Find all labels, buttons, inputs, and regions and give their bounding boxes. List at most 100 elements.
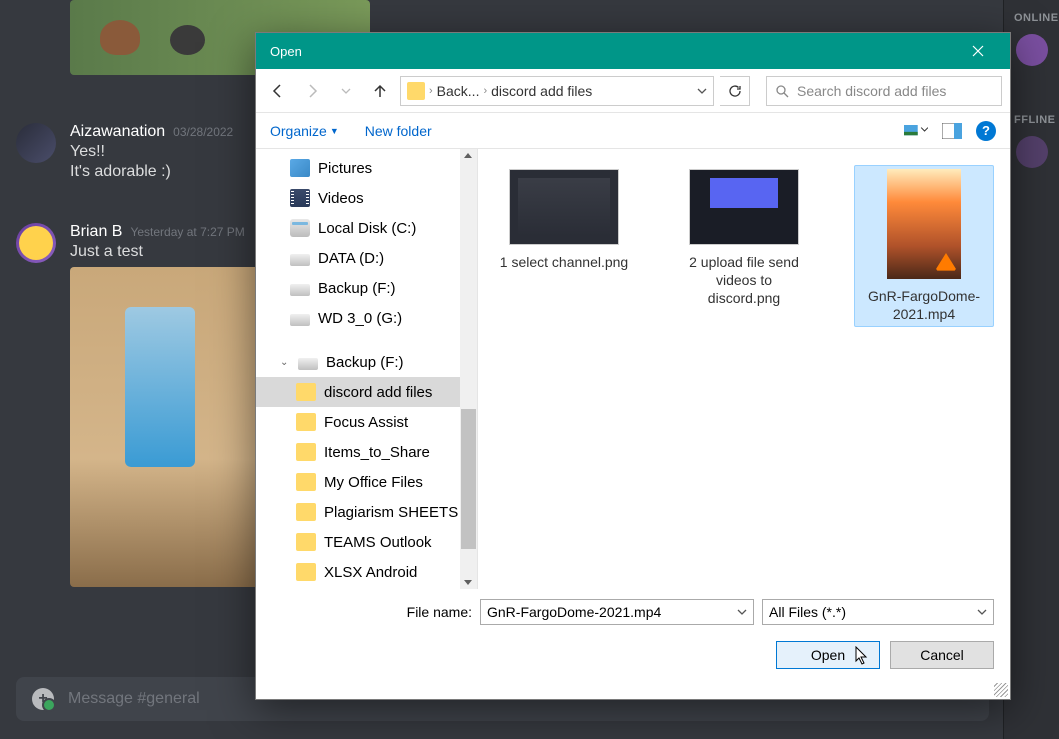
file-name-label: GnR-FargoDome-2021.mp4 — [858, 287, 990, 323]
breadcrumb-dropdown[interactable] — [697, 86, 707, 96]
file-item[interactable]: 1 select channel.png — [494, 165, 634, 275]
tree-item[interactable]: discord add files — [256, 377, 477, 407]
arrow-up-icon — [372, 83, 388, 99]
tree-item[interactable]: TEAMS Outlook — [256, 527, 477, 557]
tree-item[interactable]: XLSX Android — [256, 557, 477, 587]
tree-item[interactable]: WD 3_0 (G:) — [256, 303, 477, 333]
dialog-body: PicturesVideosLocal Disk (C:)DATA (D:)Ba… — [256, 149, 1010, 589]
file-item[interactable]: 2 upload file send videos to discord.png — [674, 165, 814, 312]
breadcrumb-sep: › — [483, 85, 487, 97]
tree-item[interactable]: Local Disk (C:) — [256, 213, 477, 243]
member-avatar[interactable] — [1016, 136, 1048, 168]
username[interactable]: Aizawanation — [70, 123, 165, 141]
username[interactable]: Brian B — [70, 223, 122, 241]
back-button[interactable] — [264, 77, 292, 105]
recent-dropdown[interactable] — [332, 77, 360, 105]
tree-item-label: Items_to_Share — [324, 444, 430, 461]
tree-item[interactable]: Focus Assist — [256, 407, 477, 437]
disk-icon — [290, 284, 310, 296]
breadcrumb-item[interactable]: discord add files — [491, 83, 592, 99]
tree-item[interactable]: Pictures — [256, 153, 477, 183]
chevron-down-icon — [341, 86, 351, 96]
tree-item[interactable]: Plagiarism SHEETS — [256, 497, 477, 527]
drive-icon — [290, 219, 310, 237]
file-list[interactable]: 1 select channel.png 2 upload file send v… — [478, 149, 1010, 589]
resize-grip[interactable] — [994, 683, 1008, 697]
view-mode-button[interactable] — [904, 120, 928, 142]
tree-item-label: discord add files — [324, 384, 432, 401]
tree-item[interactable]: Backup (F:) — [256, 273, 477, 303]
breadcrumb-sep: › — [429, 85, 433, 97]
folder-icon — [407, 82, 425, 100]
tree-item-label: Local Disk (C:) — [318, 220, 416, 237]
chevron-down-icon — [737, 607, 747, 617]
cancel-button[interactable]: Cancel — [890, 641, 994, 669]
arrow-right-icon — [304, 83, 320, 99]
chevron-down-icon — [697, 86, 707, 96]
message-input-placeholder: Message #general — [68, 690, 200, 708]
file-thumbnail — [887, 169, 961, 279]
refresh-icon — [728, 84, 742, 98]
scrollbar-thumb[interactable] — [461, 409, 476, 549]
dialog-title: Open — [266, 44, 956, 59]
thumbnails-icon — [904, 122, 928, 140]
tree-item-label: XLSX Android — [324, 564, 417, 581]
folder-icon — [296, 533, 316, 551]
tree-item[interactable]: DATA (D:) — [256, 243, 477, 273]
preview-pane-icon — [942, 123, 962, 139]
caret-down-icon: ▼ — [330, 126, 339, 136]
tree-item[interactable]: ⌄ Backup (F:) — [256, 347, 477, 377]
file-thumbnail — [689, 169, 799, 245]
tree-item[interactable]: Videos — [256, 183, 477, 213]
search-input[interactable]: Search discord add files — [766, 76, 1002, 106]
folder-icon — [296, 503, 316, 521]
dialog-footer: File name: GnR-FargoDome-2021.mp4 All Fi… — [256, 589, 1010, 683]
tree-scrollbar[interactable] — [460, 149, 477, 589]
disk-icon — [298, 358, 318, 370]
disk-icon — [290, 254, 310, 266]
folder-icon — [296, 443, 316, 461]
file-name-label: 2 upload file send videos to discord.png — [678, 253, 810, 308]
offline-heading: FFLINE — [1004, 102, 1059, 132]
new-folder-button[interactable]: New folder — [365, 123, 432, 139]
search-placeholder: Search discord add files — [797, 83, 946, 99]
file-item[interactable]: GnR-FargoDome-2021.mp4 — [854, 165, 994, 327]
organize-menu[interactable]: Organize▼ — [270, 123, 339, 139]
preview-pane-button[interactable] — [940, 120, 964, 142]
forward-button[interactable] — [298, 77, 326, 105]
tree-item-label: Plagiarism SHEETS — [324, 504, 458, 521]
filename-label: File name: — [272, 604, 472, 620]
up-button[interactable] — [366, 77, 394, 105]
breadcrumb[interactable]: › Back... › discord add files — [400, 76, 714, 106]
disk-icon — [290, 314, 310, 326]
tree-item-label: Backup (F:) — [326, 354, 404, 371]
chevron-down-icon — [977, 607, 987, 617]
online-heading: ONLINE — [1004, 0, 1059, 30]
open-button[interactable]: Open — [776, 641, 880, 669]
avatar[interactable] — [16, 123, 56, 163]
dialog-titlebar[interactable]: Open — [256, 33, 1010, 69]
tree-item-label: Pictures — [318, 160, 372, 177]
attach-button[interactable]: + — [32, 688, 54, 710]
arrow-left-icon — [270, 83, 286, 99]
cursor-icon — [855, 646, 869, 666]
tree-item-label: WD 3_0 (G:) — [318, 310, 402, 327]
tree-item-label: TEAMS Outlook — [324, 534, 432, 551]
help-button[interactable]: ? — [976, 121, 996, 141]
tree-item[interactable]: My Office Files — [256, 467, 477, 497]
file-open-dialog: Open › Back... › discord add files Searc… — [255, 32, 1011, 700]
refresh-button[interactable] — [720, 76, 750, 106]
file-name-label: 1 select channel.png — [498, 253, 630, 271]
avatar[interactable] — [16, 223, 56, 263]
collapse-icon[interactable]: ⌄ — [280, 357, 290, 368]
breadcrumb-item[interactable]: Back... — [437, 83, 480, 99]
file-type-select[interactable]: All Files (*.*) — [762, 599, 994, 625]
filename-input[interactable]: GnR-FargoDome-2021.mp4 — [480, 599, 754, 625]
close-button[interactable] — [956, 36, 1000, 66]
member-avatar[interactable] — [1016, 34, 1048, 66]
tree-item[interactable]: Items_to_Share — [256, 437, 477, 467]
message-timestamp: 03/28/2022 — [173, 125, 233, 139]
folder-icon — [296, 473, 316, 491]
folder-tree[interactable]: PicturesVideosLocal Disk (C:)DATA (D:)Ba… — [256, 149, 478, 589]
tree-item-label: Focus Assist — [324, 414, 408, 431]
